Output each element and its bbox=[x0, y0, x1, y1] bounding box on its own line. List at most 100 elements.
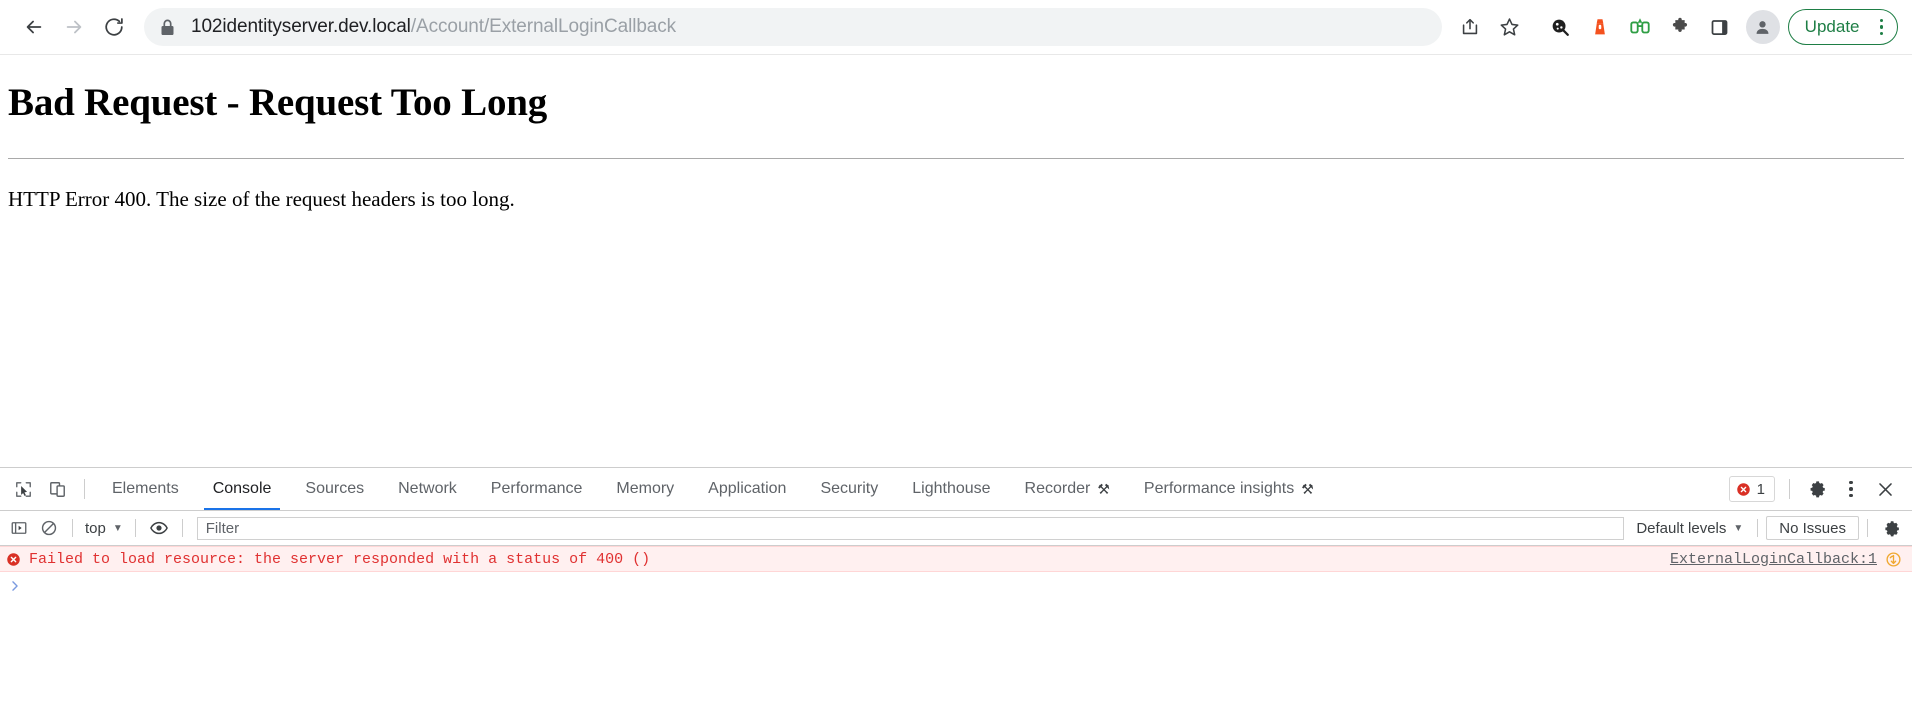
prompt-chevron-icon bbox=[12, 581, 18, 591]
extensions-puzzle-icon[interactable] bbox=[1660, 7, 1700, 47]
update-button[interactable]: Update bbox=[1787, 9, 1898, 45]
cursor-select-icon bbox=[15, 481, 31, 497]
reload-button[interactable] bbox=[94, 7, 134, 47]
tab-recorder[interactable]: Recorder ⚒ bbox=[1008, 468, 1127, 510]
console-message-source-area: ExternalLoginCallback:1 bbox=[1670, 551, 1902, 568]
browser-toolbar: 102identityserver.dev.local/Account/Exte… bbox=[0, 0, 1912, 55]
tab-console[interactable]: Console bbox=[196, 468, 289, 510]
page-divider bbox=[8, 157, 1904, 159]
console-message-source-link[interactable]: ExternalLoginCallback:1 bbox=[1670, 551, 1877, 568]
tab-label: Memory bbox=[616, 480, 675, 497]
tab-label: Performance bbox=[490, 480, 583, 497]
share-icon bbox=[1462, 18, 1477, 35]
console-settings-button[interactable] bbox=[1876, 514, 1906, 542]
clear-console-button[interactable] bbox=[34, 514, 64, 542]
clear-console-icon bbox=[41, 520, 57, 536]
issues-button[interactable]: No Issues bbox=[1766, 516, 1859, 540]
console-context-selector[interactable]: top ▼ bbox=[81, 520, 127, 537]
lock-icon[interactable] bbox=[160, 19, 175, 36]
devtools-tabbar: Elements Console Sources Network Perform… bbox=[0, 468, 1912, 511]
devtools-settings-button[interactable] bbox=[1800, 472, 1834, 506]
tab-network[interactable]: Network bbox=[381, 468, 474, 510]
devtools-more-options-button[interactable] bbox=[1834, 472, 1868, 506]
chevron-down-icon: ▼ bbox=[112, 522, 123, 534]
tab-lighthouse[interactable]: Lighthouse bbox=[895, 468, 1007, 510]
tab-security[interactable]: Security bbox=[803, 468, 895, 510]
close-icon bbox=[1878, 482, 1892, 496]
network-request-icon[interactable] bbox=[1885, 551, 1902, 568]
console-toolbar: top ▼ Filter Default levels ▼ No Issues bbox=[0, 511, 1912, 546]
tab-label: Lighthouse bbox=[912, 480, 991, 497]
devtools-tab-list: Elements Console Sources Network Perform… bbox=[95, 468, 1331, 510]
page-title: Bad Request - Request Too Long bbox=[8, 81, 548, 124]
side-panel-icon bbox=[1711, 19, 1728, 35]
error-count-badge[interactable]: 1 bbox=[1728, 476, 1775, 502]
tab-performance-insights[interactable]: Performance insights ⚒ bbox=[1127, 468, 1331, 510]
tab-application[interactable]: Application bbox=[691, 468, 803, 510]
person-icon bbox=[1756, 20, 1769, 34]
tab-label: Sources bbox=[305, 480, 365, 497]
console-context-value: top bbox=[85, 519, 106, 537]
device-toolbar-toggle-button[interactable] bbox=[40, 472, 74, 506]
forward-button[interactable] bbox=[54, 7, 94, 47]
devtools-tabbar-actions: 1 bbox=[1728, 472, 1912, 506]
inspect-element-button[interactable] bbox=[6, 472, 40, 506]
address-bar[interactable]: 102identityserver.dev.local/Account/Exte… bbox=[144, 8, 1442, 46]
experiment-flask-icon: ⚒ bbox=[1097, 480, 1110, 497]
tab-label: Security bbox=[820, 480, 879, 497]
tab-label: Performance insights bbox=[1143, 480, 1295, 497]
error-circle-icon bbox=[1736, 482, 1750, 496]
chrome-menu-button[interactable] bbox=[1872, 17, 1892, 37]
console-messages: Failed to load resource: the server resp… bbox=[0, 546, 1912, 720]
console-input-prompt[interactable] bbox=[0, 572, 1912, 600]
experiment-flask-icon: ⚒ bbox=[1301, 480, 1314, 497]
toolbar-separator bbox=[181, 519, 183, 537]
console-filter-placeholder: Filter bbox=[205, 519, 240, 537]
tab-performance[interactable]: Performance bbox=[474, 468, 600, 510]
extension-icon-binoculars[interactable] bbox=[1620, 7, 1660, 47]
extension-icon-cookie-editor[interactable] bbox=[1540, 7, 1580, 47]
url-text: 102identityserver.dev.local/Account/Exte… bbox=[191, 16, 676, 38]
gear-icon bbox=[1810, 481, 1825, 498]
issues-button-label: No Issues bbox=[1779, 519, 1846, 537]
live-expression-button[interactable] bbox=[144, 514, 174, 542]
page-body-text: HTTP Error 400. The size of the request … bbox=[8, 186, 515, 211]
chevron-down-icon: ▼ bbox=[1733, 522, 1744, 534]
extension-icon-lighthouse[interactable] bbox=[1580, 7, 1620, 47]
kebab-icon bbox=[1872, 17, 1892, 37]
tab-label: Recorder bbox=[1024, 480, 1091, 497]
share-button[interactable] bbox=[1450, 7, 1490, 47]
console-log-levels-selector[interactable]: Default levels ▼ bbox=[1630, 520, 1749, 537]
actions-separator bbox=[1789, 479, 1790, 499]
toolbar-separator bbox=[134, 519, 136, 537]
forward-arrow-icon bbox=[66, 20, 82, 34]
console-log-levels-value: Default levels bbox=[1636, 519, 1727, 537]
tab-label: Application bbox=[708, 480, 787, 497]
eye-icon bbox=[149, 521, 168, 535]
console-sidebar-toggle-button[interactable] bbox=[4, 514, 34, 542]
console-message-error[interactable]: Failed to load resource: the server resp… bbox=[0, 546, 1912, 572]
error-circle-icon bbox=[6, 552, 21, 567]
tab-label: Network bbox=[398, 480, 457, 497]
avatar[interactable] bbox=[1745, 10, 1780, 44]
reload-icon bbox=[105, 18, 123, 36]
gear-icon bbox=[1884, 520, 1899, 536]
devtools-close-button[interactable] bbox=[1868, 472, 1902, 506]
update-button-label: Update bbox=[1804, 17, 1860, 36]
side-panel-button[interactable] bbox=[1700, 7, 1740, 47]
tabbar-separator bbox=[84, 479, 85, 499]
tab-elements[interactable]: Elements bbox=[95, 468, 196, 510]
toolbar-separator bbox=[1867, 519, 1868, 537]
tab-memory[interactable]: Memory bbox=[599, 468, 691, 510]
sidebar-toggle-icon bbox=[11, 522, 27, 534]
devtools-panel: Elements Console Sources Network Perform… bbox=[0, 467, 1912, 720]
back-arrow-icon bbox=[26, 20, 42, 34]
url-domain: 102identityserver.dev.local bbox=[191, 16, 411, 37]
back-button[interactable] bbox=[14, 7, 54, 47]
tab-sources[interactable]: Sources bbox=[288, 468, 381, 510]
console-filter-input[interactable]: Filter bbox=[196, 516, 1625, 540]
url-path: /Account/ExternalLoginCallback bbox=[410, 16, 677, 37]
star-icon bbox=[1500, 17, 1519, 36]
bookmark-button[interactable] bbox=[1490, 7, 1530, 47]
toolbar-icons: Update bbox=[1450, 7, 1898, 47]
